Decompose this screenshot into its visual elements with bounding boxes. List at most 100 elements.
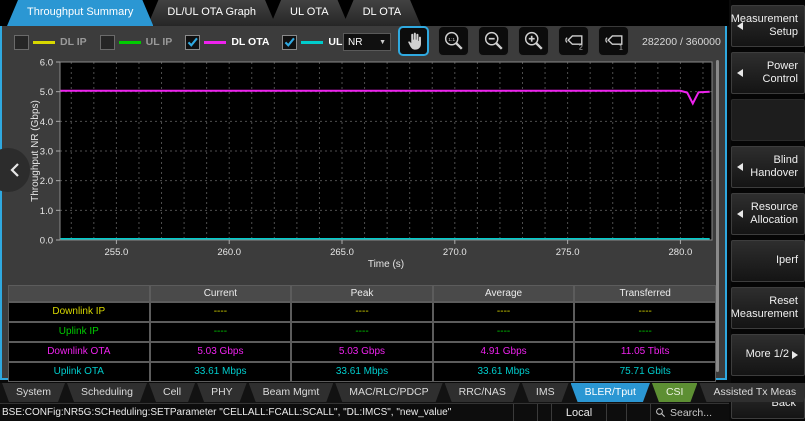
bottom-tab-beam-mgmt[interactable]: Beam Mgmt [249, 383, 334, 402]
table-header-Average: Average [434, 286, 574, 301]
arrow-left-icon [737, 210, 743, 218]
arrow-left-icon [737, 69, 743, 77]
bottom-tab-bler-tput[interactable]: BLER/Tput [571, 383, 650, 402]
softkey-label: Reset Measurement [731, 295, 798, 321]
legend-line-swatch [119, 41, 141, 44]
table-row-label: Downlink OTA [9, 343, 149, 361]
bottom-tab-csi[interactable]: CSI [652, 383, 698, 402]
y-tick-label: 1.0 [40, 206, 53, 217]
statusbar-segment [537, 404, 551, 421]
table-cell: ---- [151, 323, 291, 341]
softkey-label: Blind Handover [750, 154, 798, 180]
tab-dl-ota[interactable]: DL OTA [343, 0, 422, 26]
chart-scrollbar[interactable] [716, 60, 719, 372]
graph-tab-bar: Throughput SummaryDL/UL OTA GraphUL OTAD… [0, 0, 729, 26]
x-tick-label: 275.0 [556, 247, 580, 258]
legend-label: UL IP [146, 36, 173, 48]
checkbox-dl-ota[interactable] [185, 35, 200, 50]
y-tick-label: 0.0 [40, 236, 53, 247]
throughput-summary-panel: DL IPUL IPDL OTAUL OTA NR ▼ 1:121 282200… [0, 24, 727, 380]
pan-tool-icon [403, 30, 425, 52]
throughput-chart[interactable]: 255.0260.0265.0270.0275.0280.00.01.02.03… [2, 55, 725, 281]
softkey-empty[interactable] [731, 99, 805, 141]
legend-line-swatch [204, 41, 226, 44]
legend-item-ul-ip: UL IP [100, 35, 173, 50]
softkey-blind-handover[interactable]: Blind Handover [731, 146, 805, 188]
table-cell: 11.05 Tbits [575, 343, 715, 361]
zoom-out-button[interactable] [478, 26, 509, 56]
checkbox-ul-ip[interactable] [100, 35, 115, 50]
table-cell: 5.03 Gbps [151, 343, 291, 361]
legend-line-swatch [301, 41, 323, 44]
throughput-table: CurrentPeakAverageTransferredDownlink IP… [8, 285, 716, 382]
legend-label: DL OTA [231, 36, 269, 48]
softkey-more-1-2[interactable]: More 1/2 [731, 334, 805, 376]
legend-item-dl-ota: DL OTA [185, 35, 269, 50]
chevron-left-icon [9, 163, 21, 177]
zoom-in-button[interactable] [518, 26, 549, 56]
search-icon [655, 407, 666, 418]
table-row-label: Uplink IP [9, 323, 149, 341]
bottom-tab-assisted-tx-meas[interactable]: Assisted Tx Meas [699, 383, 805, 402]
marker-2-button[interactable]: 2 [558, 26, 589, 56]
table-cell: ---- [434, 323, 574, 341]
bottom-tab-cell[interactable]: Cell [149, 383, 195, 402]
table-header-row-label [9, 286, 149, 301]
sample-counter: 282200 / 360000 [642, 36, 721, 48]
check-icon [283, 35, 296, 49]
zoom-out-icon [483, 30, 505, 52]
checkbox-dl-ip[interactable] [14, 35, 29, 50]
tab-ul-ota[interactable]: UL OTA [270, 0, 349, 26]
table-cell: ---- [292, 323, 432, 341]
arrow-left-icon [737, 22, 743, 30]
marker-2-icon: 2 [563, 30, 585, 52]
rat-selector-value: NR [348, 37, 362, 48]
y-tick-label: 5.0 [40, 87, 53, 98]
bottom-tab-ims[interactable]: IMS [522, 383, 569, 402]
mode-indicator: Local [551, 404, 607, 421]
softkey-label: Power Control [763, 60, 798, 86]
softkey-label: More 1/2 [746, 348, 789, 361]
bottom-tab-system[interactable]: System [2, 383, 65, 402]
table-cell: 33.61 Mbps [151, 363, 291, 381]
svg-text:1: 1 [618, 45, 622, 52]
check-icon [186, 35, 199, 49]
legend-label: DL IP [60, 36, 87, 48]
softkey-power-control[interactable]: Power Control [731, 52, 805, 94]
tab-throughput-summary[interactable]: Throughput Summary [7, 0, 153, 26]
table-cell: 4.91 Gbps [434, 343, 574, 361]
legend-item-dl-ip: DL IP [14, 35, 87, 50]
softkey-resource-allocation[interactable]: Resource Allocation [731, 193, 805, 235]
bottom-tab-scheduling[interactable]: Scheduling [67, 383, 147, 402]
softkey-reset-measurement[interactable]: Reset Measurement [731, 287, 805, 329]
table-cell: 5.03 Gbps [292, 343, 432, 361]
softkey-sidebar: Measurement Setup Power Control Blind Hand… [731, 0, 805, 421]
table-cell: ---- [575, 323, 715, 341]
softkey-measurement-setup[interactable]: Measurement Setup [731, 5, 805, 47]
table-header-Current: Current [151, 286, 291, 301]
zoom-one-to-one-button[interactable]: 1:1 [438, 26, 469, 56]
pan-tool-button[interactable] [398, 26, 429, 56]
y-tick-label: 3.0 [40, 147, 53, 158]
x-tick-label: 260.0 [217, 247, 241, 258]
rat-selector-dropdown[interactable]: NR ▼ [343, 33, 391, 51]
x-axis-label: Time (s) [368, 259, 404, 270]
table-cell: 75.71 Gbits [575, 363, 715, 381]
zoom-one-to-one-icon: 1:1 [443, 30, 465, 52]
bottom-tab-mac-rlc-pdcp[interactable]: MAC/RLC/PDCP [335, 383, 442, 402]
search-box[interactable]: Search... [651, 404, 729, 421]
bottom-tab-rrc-nas[interactable]: RRC/NAS [445, 383, 520, 402]
tab-dl-ul-ota-graph[interactable]: DL/UL OTA Graph [147, 0, 276, 26]
table-cell: ---- [292, 303, 432, 321]
arrow-left-icon [737, 163, 743, 171]
softkey-iperf[interactable]: Iperf [731, 240, 805, 282]
checkbox-ul-ota[interactable] [282, 35, 297, 50]
table-row-label: Uplink OTA [9, 363, 149, 381]
marker-1-button[interactable]: 1 [598, 26, 629, 56]
y-tick-label: 6.0 [40, 58, 53, 69]
series-legend: DL IPUL IPDL OTAUL OTA [14, 32, 380, 52]
table-cell: 33.61 Mbps [434, 363, 574, 381]
bottom-tab-phy[interactable]: PHY [197, 383, 247, 402]
x-tick-label: 270.0 [443, 247, 467, 258]
table-row-label: Downlink IP [9, 303, 149, 321]
